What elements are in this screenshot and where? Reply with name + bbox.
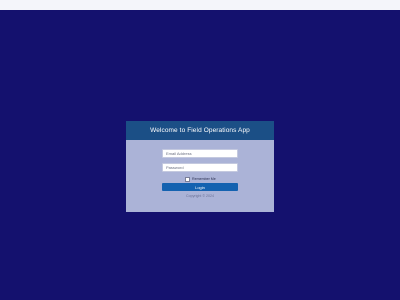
copyright-text: Copyright © 2024 — [185, 194, 215, 198]
welcome-title: Welcome to Field Operations App — [150, 127, 250, 134]
email-input[interactable] — [162, 149, 238, 158]
top-browser-strip — [0, 0, 400, 10]
remember-me-row[interactable]: Remember Me — [185, 176, 216, 182]
login-card: Welcome to Field Operations App Remember… — [126, 121, 274, 212]
remember-me-label: Remember Me — [192, 177, 216, 181]
card-header: Welcome to Field Operations App — [126, 121, 274, 140]
remember-me-checkbox[interactable] — [185, 176, 190, 182]
login-button[interactable]: Login — [162, 183, 238, 191]
login-form: Remember Me Login Copyright © 2024 — [126, 140, 274, 212]
password-input[interactable] — [162, 163, 238, 172]
